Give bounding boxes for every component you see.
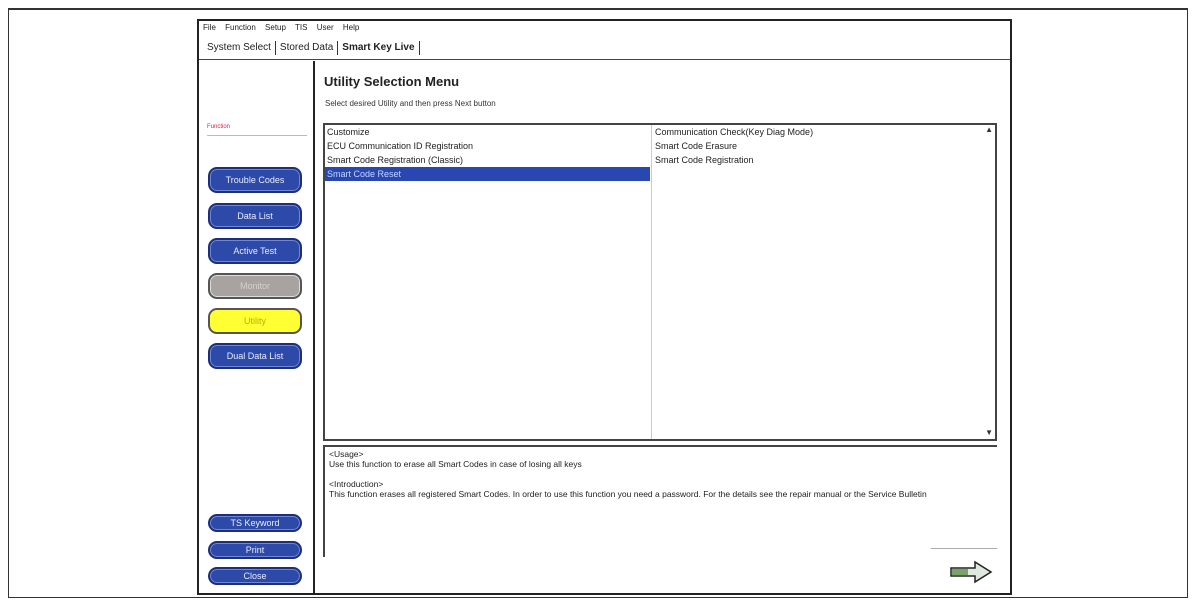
utility-button[interactable]: Utility [208,308,302,334]
sidebar-caption-divider [207,135,307,136]
list-item-smart-code-registration-classic[interactable]: Smart Code Registration (Classic) [325,153,650,167]
sidebar: Function Trouble Codes Data List Active … [199,61,315,593]
menu-bar: File Function Setup TIS User Help [203,23,366,35]
data-list-button[interactable]: Data List [208,203,302,229]
menu-setup[interactable]: Setup [265,23,286,32]
dual-data-list-button[interactable]: Dual Data List [208,343,302,369]
menu-user[interactable]: User [317,23,334,32]
scroll-down-icon[interactable]: ▼ [985,428,993,437]
tab-system-select[interactable]: System Select [203,41,276,55]
utility-list-left-column: Customize ECU Communication ID Registrat… [325,125,650,439]
usage-text: Use this function to erase all Smart Cod… [329,459,582,469]
monitor-button[interactable]: Monitor [208,273,302,299]
page-title: Utility Selection Menu [324,74,460,89]
introduction-text: This function erases all registered Smar… [329,489,927,499]
page-subtitle: Select desired Utility and then press Ne… [325,99,496,108]
usage-heading: <Usage> [329,449,364,459]
next-area [931,548,997,591]
introduction-heading: <Introduction> [329,479,384,489]
sidebar-caption: Function [207,124,231,130]
list-item-customize[interactable]: Customize [325,125,650,139]
list-item-ecu-communication-id-registration[interactable]: ECU Communication ID Registration [325,139,650,153]
utility-list-right-column: Communication Check(Key Diag Mode) Smart… [653,125,978,439]
active-test-button[interactable]: Active Test [208,238,302,264]
tab-divider [199,59,1010,60]
tab-smart-key-live[interactable]: Smart Key Live [338,41,420,55]
list-item-smart-code-erasure[interactable]: Smart Code Erasure [653,139,978,153]
ts-keyword-button[interactable]: TS Keyword [208,514,302,532]
main-panel: Utility Selection Menu Select desired Ut… [316,61,1010,593]
menu-tis[interactable]: TIS [295,23,307,32]
menu-help[interactable]: Help [343,23,359,32]
scroll-up-icon[interactable]: ▲ [985,125,993,134]
list-item-communication-check[interactable]: Communication Check(Key Diag Mode) [653,125,978,139]
app-window: File Function Setup TIS User Help System… [197,19,1012,595]
column-divider [651,125,652,439]
tab-stored-data[interactable]: Stored Data [276,41,339,55]
trouble-codes-button[interactable]: Trouble Codes [208,167,302,193]
close-button[interactable]: Close [208,567,302,585]
description-panel: <Usage> Use this function to erase all S… [323,445,997,557]
list-item-smart-code-reset[interactable]: Smart Code Reset [325,167,650,181]
list-item-smart-code-registration[interactable]: Smart Code Registration [653,153,978,167]
print-button[interactable]: Print [208,541,302,559]
tab-bar: System Select Stored Data Smart Key Live [203,39,420,57]
utility-list: Customize ECU Communication ID Registrat… [323,123,997,441]
menu-function[interactable]: Function [225,23,256,32]
next-arrow-icon[interactable] [949,559,993,585]
menu-file[interactable]: File [203,23,216,32]
